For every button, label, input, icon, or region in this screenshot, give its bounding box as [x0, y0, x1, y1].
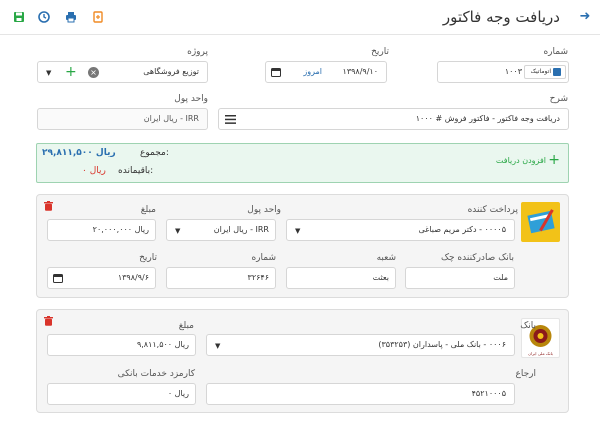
auto-number-toggle[interactable]: اتوماتیک [524, 65, 566, 79]
number-label: شماره [543, 47, 568, 57]
check-date-label: تاریخ [139, 253, 157, 263]
export-icon[interactable] [91, 11, 105, 25]
payer-amount-label: مبلغ [140, 205, 156, 215]
add-receipt-button[interactable]: افزودن دریافت [496, 156, 546, 165]
calendar-icon[interactable] [53, 273, 63, 285]
page-title: دریافت وجه فاکتور [442, 8, 560, 26]
auto-checkbox-icon [553, 68, 561, 76]
issuer-bank-label: بانک صادرکننده چک [440, 253, 514, 263]
remaining-label: باقیمانده: [118, 166, 154, 176]
remaining-value: ریال ۰ [82, 166, 106, 176]
payer-amount-field[interactable]: ریال ۲۰,۰۰۰,۰۰۰ [47, 219, 156, 241]
add-project-icon[interactable]: + [65, 64, 77, 80]
description-field[interactable]: دریافت وجه فاکتور - فاکتور فروش # ۱۰۰۰ [218, 108, 569, 130]
total-value: ریال ۲۹,۸۱۱,۵۰۰ [42, 148, 116, 158]
delete-payer-icon[interactable] [43, 201, 53, 212]
bank-amount-label: مبلغ [178, 321, 194, 331]
total-label: مجموع: [140, 148, 169, 158]
reference-label: ارجاع [515, 369, 536, 379]
bank-fee-field[interactable]: ریال ۰ [47, 383, 196, 405]
dropdown-caret-icon[interactable]: ▼ [175, 227, 180, 235]
currency-label: واحد پول [174, 94, 208, 104]
bank-amount-field[interactable]: ریال ۹,۸۱۱,۵۰۰ [47, 334, 196, 356]
number-field[interactable]: ۱۰۰۳ اتوماتیک [437, 61, 569, 83]
payer-currency-select[interactable]: IRR - ریال ایران ▼ [166, 219, 276, 241]
project-label: پروژه [187, 47, 208, 57]
check-number-label: شماره [251, 253, 276, 263]
menu-lines-icon[interactable] [225, 115, 236, 126]
dropdown-caret-icon[interactable]: ▼ [295, 227, 300, 235]
payer-currency-label: واحد پول [247, 205, 281, 215]
date-field[interactable]: ۱۳۹۸/۹/۱۰ امروز [265, 61, 387, 83]
check-number-field[interactable]: ۳۲۶۴۶ [166, 267, 276, 289]
history-clock-icon[interactable] [37, 11, 51, 25]
delete-bank-icon[interactable] [43, 316, 53, 327]
print-icon[interactable] [64, 11, 78, 25]
project-select[interactable]: توزیع فروشگاهی × + ▼ [37, 61, 208, 83]
branch-label: شعبه [376, 253, 396, 263]
description-label: شرح [549, 94, 568, 104]
bank-fee-label: کارمزد خدمات بانکی [117, 369, 195, 379]
branch-field[interactable]: بعثت [286, 267, 396, 289]
save-icon[interactable] [12, 11, 26, 25]
currency-field: IRR - ریال ایران [37, 108, 208, 130]
bank-label: بانک [520, 321, 536, 331]
receipt-summary: + افزودن دریافت مجموع: ریال ۲۹,۸۱۱,۵۰۰ ب… [36, 143, 569, 183]
add-receipt-icon[interactable]: + [548, 153, 560, 167]
back-arrow-icon[interactable]: ➜ [578, 10, 592, 24]
calendar-icon[interactable] [271, 67, 281, 79]
date-label: تاریخ [371, 47, 389, 57]
header-divider [0, 34, 600, 35]
payer-select[interactable]: ۰۰۰۰۵ - دکتر مریم صباغی ▼ [286, 219, 515, 241]
dropdown-caret-icon[interactable]: ▼ [46, 69, 51, 77]
bank-select[interactable]: ۰۰۰۶ - بانک ملی - پاسداران (۳۵۳۲۵۳) ▼ [206, 334, 515, 356]
check-date-field[interactable]: ۱۳۹۸/۹/۶ [47, 267, 156, 289]
clear-icon[interactable]: × [88, 67, 99, 78]
reference-field[interactable]: ۴۵۲۱۰۰۰۵ [206, 383, 515, 405]
payer-label: پرداخت کننده [467, 205, 518, 215]
today-link[interactable]: امروز [303, 67, 322, 76]
check-image-icon [521, 202, 560, 242]
issuer-bank-field[interactable]: ملت [405, 267, 515, 289]
dropdown-caret-icon[interactable]: ▼ [215, 342, 220, 350]
